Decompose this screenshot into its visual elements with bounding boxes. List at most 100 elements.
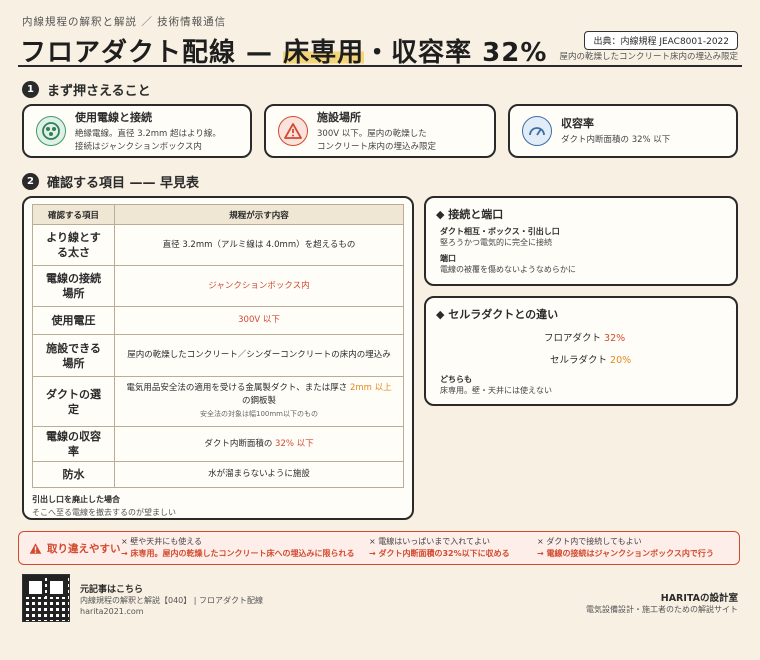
- value-emphasis: 2mm 以上: [349, 383, 392, 393]
- table-value: ダクト内断面積の 32% 以下: [114, 426, 404, 462]
- title-highlight: 床専用: [283, 38, 365, 68]
- compare-value: 20%: [610, 355, 632, 366]
- section-title: 確認する項目 —— 早見表: [47, 176, 200, 191]
- brand-tagline: 電気設備設計・施工者のための解説サイト: [586, 605, 738, 614]
- value-emphasis: 32% 以下: [275, 438, 314, 449]
- qr-code[interactable]: [22, 574, 70, 622]
- point-title: 施設場所: [317, 110, 361, 124]
- card-text: 堅ろうかつ電気的に完全に接続: [440, 238, 552, 247]
- lookup-table-card: 確認する項目 規程が示す内容 より線とする太さ 直径 3.2mm（アルミ線は 4…: [22, 196, 414, 520]
- table-value: ジャンクションボックス内: [114, 265, 404, 307]
- table-footnote: そこへ至る電線を撤去するのが望ましい: [32, 508, 176, 517]
- compare-value: 32%: [604, 333, 626, 344]
- card-title: ◆ セルラダクトとの違い: [436, 308, 559, 321]
- section-heading: 1 まず押さえること: [22, 80, 151, 99]
- lookup-table: 確認する項目 規程が示す内容 より線とする太さ 直径 3.2mm（アルミ線は 4…: [32, 204, 404, 488]
- footer-article[interactable]: 内線規程の解釈と解説【040】 | フロアダクト配線: [80, 595, 263, 606]
- point-title: 使用電線と接続: [75, 110, 152, 124]
- source-badge: 出典：内線規程 JEAC8001-2022: [584, 31, 738, 50]
- compare-row: フロアダクト 32%: [544, 330, 736, 344]
- point-text: 接続はジャンクションボックス内: [75, 141, 202, 152]
- table-header-row: 確認する項目 規程が示す内容: [32, 204, 404, 225]
- value-text: 電気用品安全法の適用を受ける金属製ダクト、または厚さ: [126, 383, 350, 393]
- card-subhead: どちらも: [440, 375, 472, 384]
- table-header: 規程が示す内容: [114, 204, 404, 225]
- value-text: ダクト内断面積の: [204, 438, 276, 449]
- wire-icon: [36, 116, 66, 146]
- point-text: 300V 以下。屋内の乾燥した: [317, 128, 427, 139]
- point-card: 使用電線と接続絶縁電線。直径 3.2mm 超はより線。 接続はジャンクションボック…: [22, 104, 252, 158]
- mistake-fix: → ダクト内断面積の32%以下に収める: [369, 549, 510, 558]
- footer-label: 元記事はこちら: [80, 585, 144, 595]
- table-row: 電線の収容率 ダクト内断面積の 32% 以下: [32, 426, 404, 462]
- mistake-item: × ダクト内で接続してもよい → 電線の接続はジャンクションボックス内で行う: [537, 536, 714, 560]
- table-key: ダクトの選定: [32, 376, 115, 427]
- mistakes-tag: 取り違えやすい: [19, 541, 121, 556]
- table-row: 使用電圧 300V 以下: [32, 306, 404, 335]
- table-value: 屋内の乾燥したコンクリート／シンダーコンクリートの床内の埋込み: [114, 334, 404, 377]
- compare-label: セルラダクト: [550, 355, 608, 366]
- page-title: フロアダクト配線 — 床専用・収容率 32%: [20, 32, 547, 69]
- footer-url[interactable]: harita2021.com: [80, 607, 144, 616]
- point-card: 収容率ダクト内断面積の 32% 以下: [508, 104, 738, 158]
- source-note: 屋内の乾燥したコンクリート床内の埋込み限定: [559, 52, 738, 62]
- table-key: より線とする太さ: [32, 224, 115, 266]
- point-card: 施設場所 300V 以下。屋内の乾燥した コンクリート床内の埋込み限定: [264, 104, 496, 158]
- table-key: 電線の収容率: [32, 426, 115, 462]
- section-number: 1: [22, 81, 39, 98]
- table-row: 防水 水が溜まらないように施設: [32, 461, 404, 488]
- warning-icon: [29, 542, 42, 554]
- section-title: まず押さえること: [47, 84, 151, 99]
- value-text: の鋼板製: [241, 396, 276, 406]
- table-value: 電気用品安全法の適用を受ける金属製ダクト、または厚さ 2mm 以上 の鋼板製安全…: [114, 376, 404, 427]
- card-text: 床専用。壁・天井には使えない: [440, 386, 552, 395]
- point-text: 絶縁電線。直径 3.2mm 超はより線。: [75, 128, 221, 139]
- brand-name: HARITAの設計室: [660, 593, 738, 604]
- table-footnote-title: 引出し口を廃止した場合: [32, 495, 120, 504]
- card-subhead: 端口: [440, 254, 456, 263]
- cellular-compare-card: ◆ セルラダクトとの違い フロアダクト 32% セルラダクト 20% どちらも …: [424, 296, 738, 406]
- title-part: ・収容率 32%: [364, 38, 548, 68]
- table-row: 施設できる場所 屋内の乾燥したコンクリート／シンダーコンクリートの床内の埋込み: [32, 334, 404, 377]
- value-note: 安全法の対象は幅100mm以下のもの: [200, 410, 318, 418]
- card-title-text: セルラダクトとの違い: [448, 308, 559, 321]
- divider: [18, 65, 742, 67]
- mistake-wrong: × ダクト内で接続してもよい: [537, 537, 642, 546]
- card-text: 電線の被覆を傷めないようなめらかに: [440, 265, 576, 274]
- table-key: 防水: [32, 461, 115, 488]
- table-key: 使用電圧: [32, 306, 115, 335]
- mistake-fix: → 電線の接続はジャンクションボックス内で行う: [537, 549, 714, 558]
- card-subhead: ダクト相互・ボックス・引出し口: [440, 227, 560, 236]
- page-subtitle: 内線規程の解釈と解説 ／ 技術情報通信: [22, 16, 227, 28]
- card-title: ◆ 接続と端口: [436, 208, 504, 221]
- warning-icon: [278, 116, 308, 146]
- mistake-wrong: × 電線はいっぱいまで入れてよい: [369, 537, 491, 546]
- table-key: 電線の接続場所: [32, 265, 115, 307]
- mistake-fix: → 床専用。屋内の乾燥したコンクリート床への埋込みに限られる: [121, 549, 355, 558]
- table-row: ダクトの選定 電気用品安全法の適用を受ける金属製ダクト、または厚さ 2mm 以上…: [32, 376, 404, 427]
- table-row: 電線の接続場所 ジャンクションボックス内: [32, 265, 404, 307]
- card-title-text: 接続と端口: [448, 208, 504, 221]
- section-heading: 2 確認する項目 —— 早見表: [22, 172, 199, 191]
- compare-row: セルラダクト 20%: [550, 352, 736, 366]
- table-value: 直径 3.2mm（アルミ線は 4.0mm）を超えるもの: [114, 224, 404, 266]
- mistakes-tag-label: 取り違えやすい: [47, 542, 121, 555]
- point-title: 収容率: [561, 117, 594, 130]
- table-value: 300V 以下: [114, 306, 404, 335]
- mistake-item: × 壁や天井にも使える → 床専用。屋内の乾燥したコンクリート床への埋込みに限られ…: [121, 536, 357, 560]
- section-number: 2: [22, 173, 39, 190]
- common-mistakes-banner: 取り違えやすい × 壁や天井にも使える → 床専用。屋内の乾燥したコンクリート床へ…: [18, 531, 740, 565]
- point-text: ダクト内断面積の 32% 以下: [561, 135, 671, 145]
- gauge-icon: [522, 116, 552, 146]
- compare-label: フロアダクト: [544, 333, 602, 344]
- table-header: 確認する項目: [32, 204, 115, 225]
- connection-card: ◆ 接続と端口 ダクト相互・ボックス・引出し口 堅ろうかつ電気的に完全に接続 端…: [424, 196, 738, 286]
- title-part: フロアダクト配線 —: [20, 38, 284, 68]
- table-key: 施設できる場所: [32, 334, 115, 377]
- point-text: コンクリート床内の埋込み限定: [317, 141, 437, 152]
- mistake-item: × 電線はいっぱいまで入れてよい → ダクト内断面積の32%以下に収める: [369, 536, 529, 560]
- table-value: 水が溜まらないように施設: [114, 461, 404, 488]
- mistake-wrong: × 壁や天井にも使える: [121, 537, 203, 546]
- page: 内線規程の解釈と解説 ／ 技術情報通信 フロアダクト配線 — 床専用・収容率 3…: [0, 0, 760, 660]
- table-row: より線とする太さ 直径 3.2mm（アルミ線は 4.0mm）を超えるもの: [32, 224, 404, 266]
